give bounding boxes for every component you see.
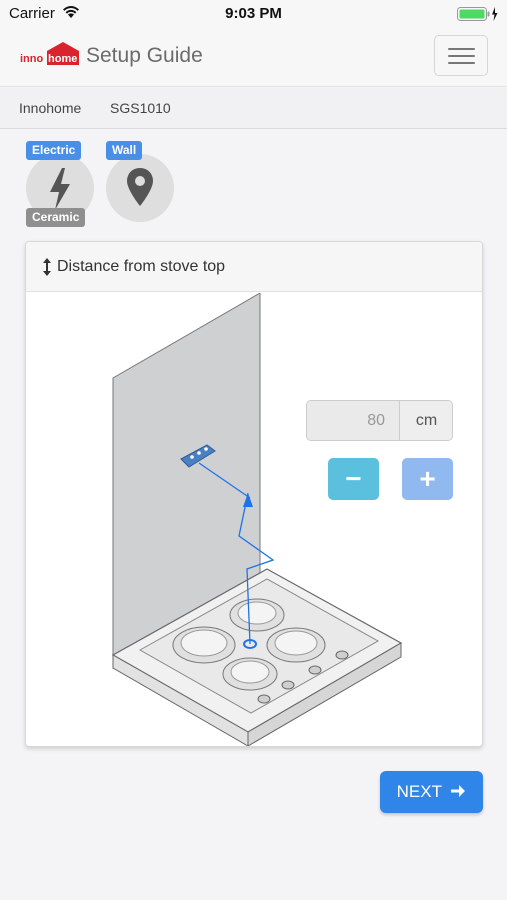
ceramic-tag: Ceramic xyxy=(26,208,86,227)
card-title: Distance from stove top xyxy=(57,258,226,275)
arrow-right-icon xyxy=(451,785,466,797)
hamburger-line xyxy=(448,62,475,64)
distance-input-group: 80 cm xyxy=(306,400,453,441)
breadcrumb-brand[interactable]: Innohome xyxy=(19,100,81,116)
decrease-button[interactable]: − xyxy=(328,458,379,500)
next-button[interactable]: NEXT xyxy=(380,771,483,813)
app-title: Setup Guide xyxy=(86,44,203,67)
card-header: Distance from stove top xyxy=(26,242,482,292)
map-pin-icon xyxy=(127,168,153,206)
logo-text-home: home xyxy=(48,53,77,65)
clock: 9:03 PM xyxy=(225,5,282,22)
vertical-arrows-icon xyxy=(43,258,51,276)
breadcrumb: Innohome SGS1010 xyxy=(0,88,507,129)
logo-text-inno: inno xyxy=(20,53,43,65)
distance-input[interactable]: 80 xyxy=(307,401,399,440)
hamburger-line xyxy=(448,55,475,57)
navbar: inno home Setup Guide xyxy=(0,28,507,87)
status-bar: Carrier 9:03 PM xyxy=(0,0,507,28)
menu-button[interactable] xyxy=(434,35,488,76)
increase-button[interactable]: + xyxy=(402,458,453,500)
distance-unit-label: cm xyxy=(399,401,452,440)
distance-card: Distance from stove top 80 cm − + xyxy=(25,241,483,747)
hamburger-line xyxy=(448,48,475,50)
battery-icon xyxy=(457,7,498,21)
electric-tag: Electric xyxy=(26,141,82,160)
innohome-logo: inno home xyxy=(20,42,79,65)
stove-wall-illustration xyxy=(111,293,403,746)
breadcrumb-model[interactable]: SGS1010 xyxy=(110,100,171,116)
next-button-label: NEXT xyxy=(396,782,442,801)
placement-badge xyxy=(106,154,174,222)
wall-tag: Wall xyxy=(106,141,143,160)
